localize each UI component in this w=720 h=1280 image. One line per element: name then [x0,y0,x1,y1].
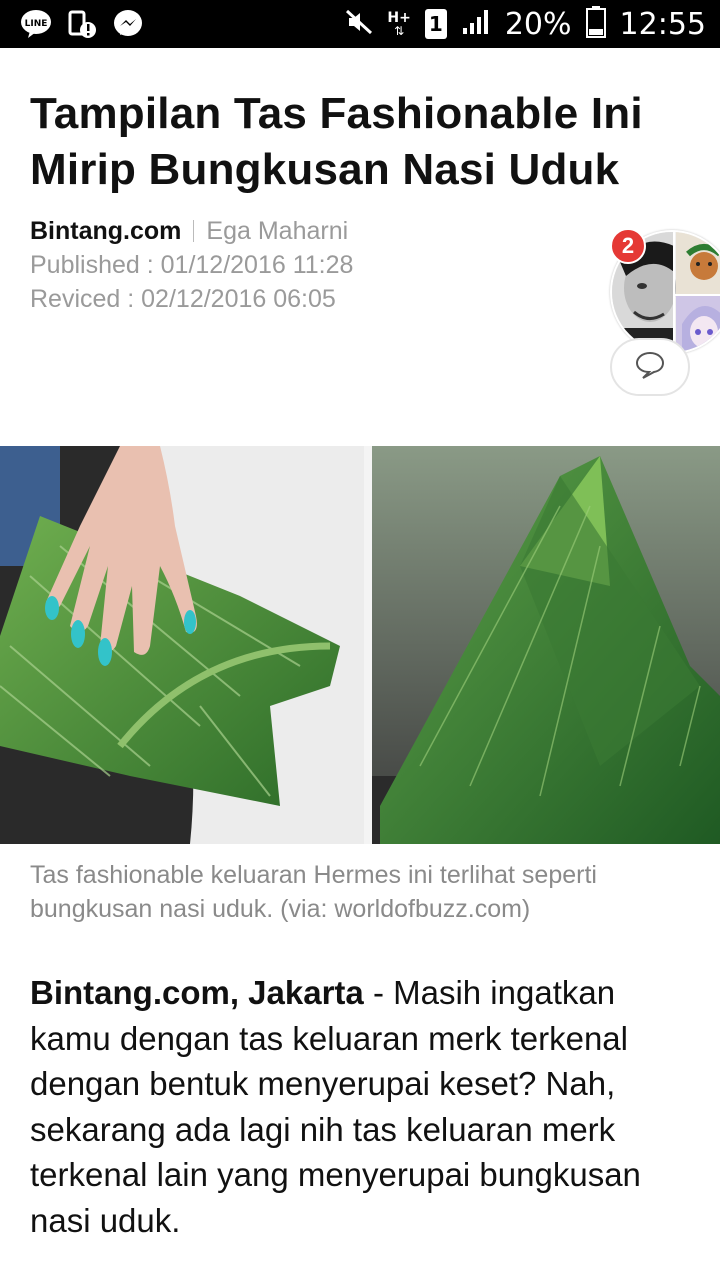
messenger-icon [112,9,144,39]
svg-text:LINE: LINE [25,19,48,29]
comment-count-badge: 2 [610,228,646,264]
clock: 12:55 [619,6,706,42]
published-date: Published : 01/12/2016 11:28 [30,251,354,279]
lead-dateline: Bintang.com, Jakarta [30,974,364,1011]
speech-bubble-icon [634,350,666,385]
article-meta: Bintang.com Ega Maharni Published : 01/1… [30,214,590,316]
revised-date: Reviced : 02/12/2016 06:05 [30,285,336,313]
notification-icons: LINE [20,9,144,39]
battery-icon [585,6,606,42]
author-name[interactable]: Ega Maharni [206,217,348,246]
article-image[interactable] [0,446,720,844]
article-lead: Bintang.com, Jakarta - Masih ingatkan ka… [30,970,690,1243]
network-h-plus-icon: H+ ⇅ [387,10,411,38]
signal-bars-icon [461,8,491,40]
commenter-avatars[interactable]: 2 [608,228,720,356]
divider [193,220,195,242]
mute-icon [345,8,373,40]
lead-text: - Masih ingatkan kamu dengan tas keluara… [30,974,641,1239]
comment-button[interactable] [610,338,690,396]
image-caption: Tas fashionable keluaran Hermes ini terl… [30,861,597,923]
device-alert-icon [66,9,98,39]
status-bar: LINE H+ ⇅ 1 20% 12:55 [0,0,720,48]
line-app-icon: LINE [20,9,52,39]
sim-1-icon: 1 [424,9,447,39]
system-status: H+ ⇅ 1 20% 12:55 [345,0,706,48]
battery-percent: 20% [504,6,572,42]
article-title: Tampilan Tas Fashionable Ini Mirip Bungk… [30,89,643,194]
source-link[interactable]: Bintang.com [30,217,181,246]
